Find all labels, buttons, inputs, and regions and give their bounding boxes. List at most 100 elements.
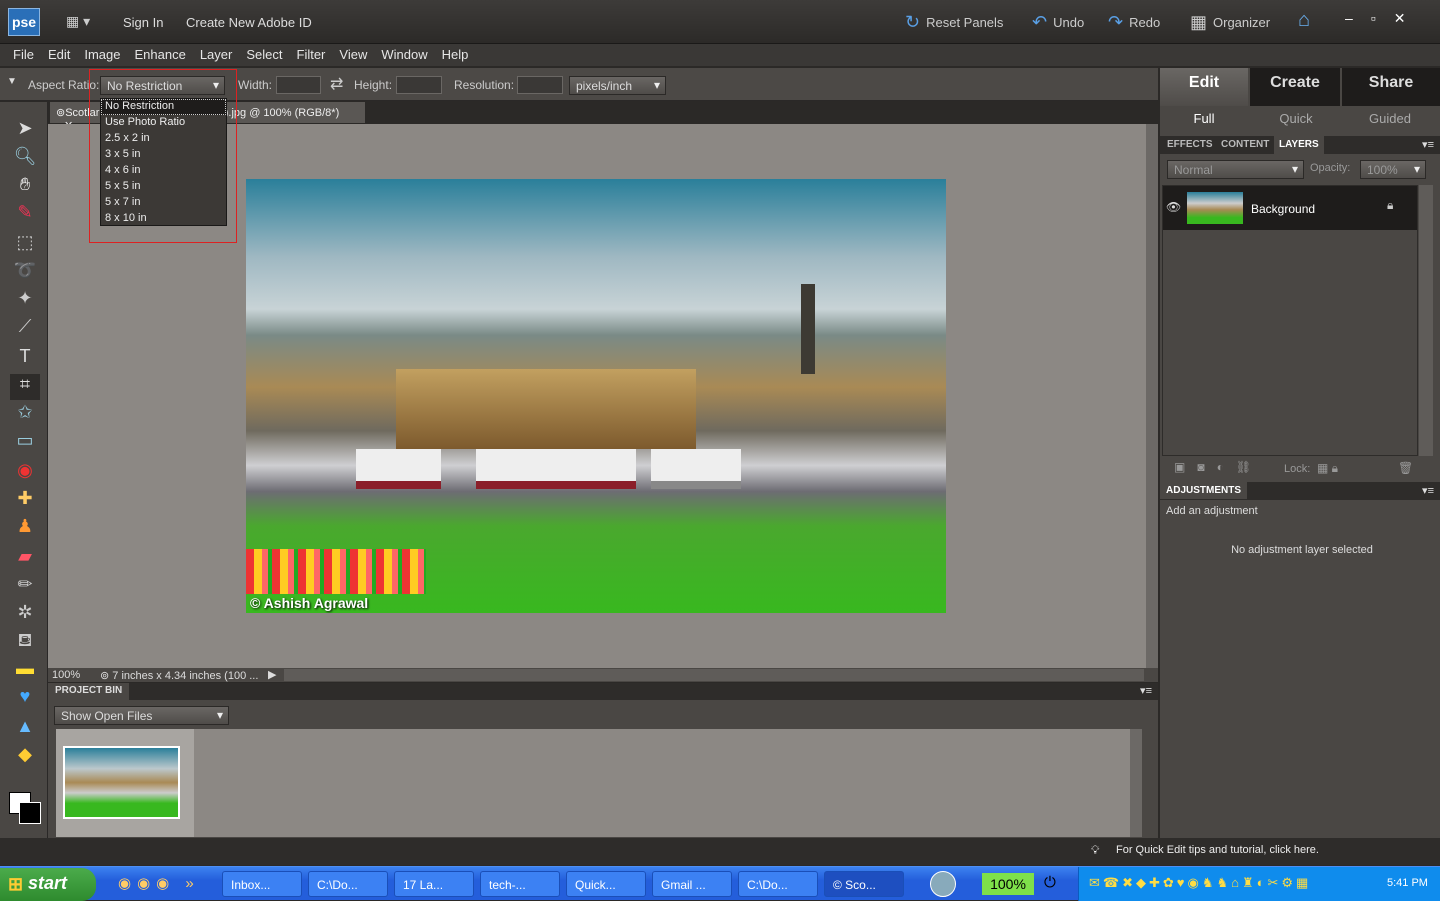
lasso-tool-icon[interactable]: ➰ [10, 260, 40, 286]
straighten-tool-icon[interactable]: ▭ [10, 430, 40, 456]
create-adobe-id-link[interactable]: Create New Adobe ID [186, 15, 312, 30]
panel-menu-icon[interactable]: ▾≡ [1140, 684, 1152, 697]
eraser-tool-icon[interactable]: ▰ [10, 546, 40, 572]
aspect-option[interactable]: 5 x 5 in [101, 179, 226, 195]
menu-select[interactable]: Select [239, 44, 289, 66]
tab-edit[interactable]: Edit [1160, 68, 1248, 106]
aspect-option[interactable]: Use Photo Ratio [101, 115, 226, 131]
eyedropper-tool-icon[interactable]: ✎ [10, 202, 40, 228]
tab-create[interactable]: Create [1250, 68, 1340, 106]
info-menu-arrow-icon[interactable]: ▶ [268, 668, 276, 681]
zoom-tool-icon[interactable]: 🔍︎ [10, 146, 40, 172]
blur-tool-icon[interactable]: ▲ [10, 716, 40, 742]
aspect-option[interactable]: 5 x 7 in [101, 195, 226, 211]
healing-brush-tool-icon[interactable]: ✚ [10, 488, 40, 514]
taskbar-item[interactable]: Quick... [566, 871, 646, 897]
document-info[interactable]: ⊚ 7 inches x 4.34 inches (100 ... [100, 669, 258, 682]
panel-menu-icon[interactable]: ▾≡ [1422, 138, 1434, 151]
quick-edit-tip-link[interactable]: For Quick Edit tips and tutorial, click … [1116, 844, 1319, 856]
clone-stamp-tool-icon[interactable]: ♟ [10, 516, 40, 542]
aspect-option[interactable]: 3 x 5 in [101, 147, 226, 163]
hand-tool-icon[interactable]: ✋︎ [10, 174, 40, 200]
background-color-swatch[interactable] [19, 802, 41, 824]
taskbar-item[interactable]: Inbox... [222, 871, 302, 897]
visibility-eye-icon[interactable]: 👁︎ [1166, 200, 1181, 214]
gradient-tool-icon[interactable]: ▬ [10, 658, 40, 684]
taskbar-item[interactable]: tech-... [480, 871, 560, 897]
zoom-level[interactable]: 100% [52, 669, 80, 681]
tab-content[interactable]: CONTENT [1216, 136, 1274, 154]
quick-launch-icons[interactable]: ◉◉◉ » [118, 874, 200, 892]
taskbar-item[interactable]: Gmail ... [652, 871, 732, 897]
workspace-layout-icon[interactable]: ▦ ▾ [66, 13, 90, 30]
selection-brush-tool-icon[interactable]: ⟋ [10, 316, 40, 342]
taskbar-item-active[interactable]: © Sco... [824, 871, 904, 897]
brush-tool-icon[interactable]: ✏ [10, 574, 40, 600]
menu-window[interactable]: Window [374, 44, 434, 66]
menu-filter[interactable]: Filter [290, 44, 333, 66]
lock-icons[interactable]: ▦ 🔒︎ [1317, 461, 1338, 476]
red-eye-tool-icon[interactable]: ◉ [10, 460, 40, 486]
subtab-full[interactable]: Full [1160, 106, 1248, 136]
type-tool-icon[interactable]: T [10, 346, 40, 372]
layer-row-background[interactable]: 👁︎ Background 🔒︎ [1163, 186, 1417, 230]
tab-layers[interactable]: LAYERS [1274, 136, 1324, 154]
resolution-units-select[interactable]: pixels/inch [569, 76, 666, 95]
cookie-cutter-tool-icon[interactable]: ✩ [10, 402, 40, 428]
tab-effects[interactable]: EFFECTS [1162, 136, 1218, 154]
panel-menu-icon[interactable]: ▾≡ [1422, 484, 1434, 497]
organizer-button[interactable]: ▦Organizer [1190, 12, 1270, 33]
paint-bucket-tool-icon[interactable]: ⛾ [10, 630, 40, 656]
opacity-select[interactable]: 100% [1360, 160, 1426, 179]
marquee-tool-icon[interactable]: ⬚ [10, 232, 40, 258]
battery-indicator[interactable]: 100% [982, 873, 1034, 895]
layers-scrollbar[interactable] [1419, 185, 1433, 456]
photo-thumbnail[interactable] [63, 746, 180, 819]
magic-wand-tool-icon[interactable]: ✦ [10, 288, 40, 314]
swap-dimensions-icon[interactable]: ⇄ [330, 74, 343, 94]
aspect-option[interactable]: No Restriction [101, 99, 226, 115]
menu-view[interactable]: View [332, 44, 374, 66]
home-icon[interactable]: ⌂ [1298, 9, 1310, 32]
subtab-guided[interactable]: Guided [1344, 106, 1436, 136]
aspect-option[interactable]: 2.5 x 2 in [101, 131, 226, 147]
move-tool-icon[interactable]: ➤ [10, 118, 40, 144]
height-input[interactable] [396, 76, 442, 94]
canvas-horizontal-scrollbar[interactable] [284, 669, 1144, 681]
smart-brush-tool-icon[interactable]: ✲ [10, 602, 40, 628]
crop-tool-icon[interactable]: ⌗ [10, 374, 40, 400]
delete-layer-icon[interactable]: 🗑︎ [1398, 461, 1413, 475]
menu-enhance[interactable]: Enhance [128, 44, 193, 66]
network-error-icon[interactable] [930, 871, 956, 897]
aspect-option[interactable]: 4 x 6 in [101, 163, 226, 179]
bin-scrollbar[interactable] [1130, 729, 1142, 837]
window-controls[interactable]: –▫✕ [1345, 10, 1423, 27]
reset-panels-button[interactable]: ↻Reset Panels [905, 12, 1003, 33]
menu-help[interactable]: Help [435, 44, 476, 66]
blend-mode-select[interactable]: Normal [1167, 160, 1304, 179]
menu-image[interactable]: Image [77, 44, 127, 66]
width-input[interactable] [276, 76, 321, 94]
aspect-option[interactable]: 8 x 10 in [101, 211, 226, 227]
shape-tool-icon[interactable]: ♥ [10, 686, 40, 712]
tray-icons[interactable]: ✉☎✖◆✚✿♥◉♞♞⌂♜◐✂⚙▦ [1089, 875, 1311, 891]
project-bin-filter-select[interactable]: Show Open Files [54, 706, 229, 725]
undo-button[interactable]: ↶Undo [1032, 12, 1084, 33]
start-button[interactable]: ⊞start [0, 868, 96, 901]
canvas-vertical-scrollbar[interactable] [1146, 124, 1158, 668]
taskbar-item[interactable]: C:\Do... [738, 871, 818, 897]
redo-button[interactable]: ↷Redo [1108, 12, 1160, 33]
sponge-tool-icon[interactable]: ◆ [10, 744, 40, 770]
menu-layer[interactable]: Layer [193, 44, 240, 66]
layer-action-icons[interactable]: ▣◙◐⛓ [1174, 460, 1263, 474]
clock[interactable]: 5:41 PM [1387, 877, 1428, 889]
layer-name[interactable]: Background [1251, 202, 1315, 216]
sign-in-link[interactable]: Sign In [123, 15, 163, 30]
resolution-input[interactable] [517, 76, 563, 94]
photo-image[interactable]: © Ashish Agrawal [246, 179, 946, 613]
menu-file[interactable]: File [6, 44, 41, 66]
tool-preset-icon[interactable]: ▼ [7, 76, 17, 87]
taskbar-item[interactable]: C:\Do... [308, 871, 388, 897]
subtab-quick[interactable]: Quick [1250, 106, 1342, 136]
taskbar-item[interactable]: 17 La... [394, 871, 474, 897]
